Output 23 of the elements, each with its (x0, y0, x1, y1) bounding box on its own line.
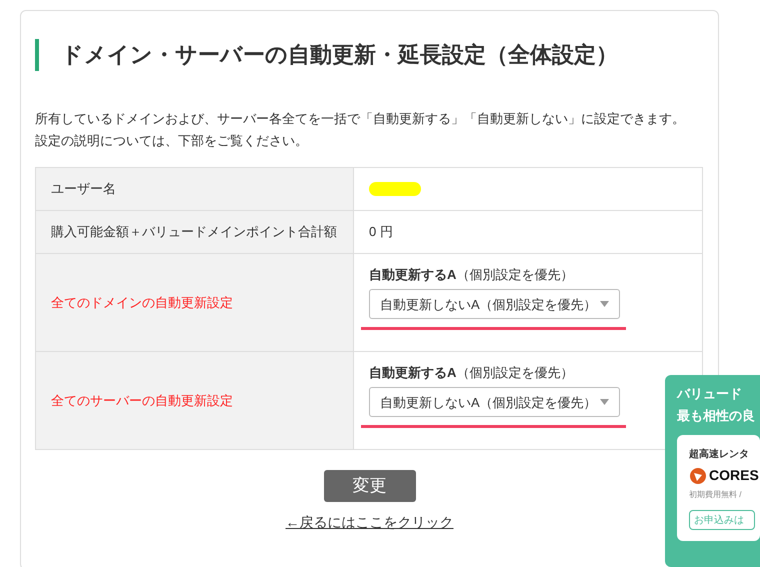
ad-heading: 最も相性の良 (677, 407, 756, 425)
value-text: 0 円 (369, 224, 393, 240)
logo-icon (689, 466, 707, 484)
caret-icon (600, 301, 609, 308)
row-label: 全てのドメインの自動更新設定 (36, 254, 354, 352)
back-link[interactable]: ←戻るにはここをクリック (286, 512, 454, 533)
ad-heading: バリュード (677, 385, 743, 403)
description-text: 設定の説明については、下部をご覧ください。 (35, 133, 309, 149)
ad-card-title: 超高速レンタ (689, 447, 750, 462)
setting-dropdown[interactable]: 自動更新しないA（個別設定を優先） (369, 387, 620, 418)
brand-name: CORES (709, 466, 759, 485)
page-title: ドメイン・サーバーの自動更新・延長設定（全体設定） (35, 39, 704, 71)
current-setting: 自動更新するA（個別設定を優先） (369, 266, 574, 284)
caret-icon (600, 399, 609, 406)
row-label: 購入可能金額＋バリュードメインポイント合計額 (36, 210, 354, 254)
row-label: 全てのサーバーの自動更新設定 (36, 352, 354, 450)
row-label: ユーザー名 (36, 168, 354, 210)
setting-dropdown[interactable]: 自動更新しないA（個別設定を優先） (369, 289, 620, 320)
submit-button[interactable]: 変更 (324, 470, 416, 502)
redaction-mark (369, 182, 421, 196)
ad-note: 初期費用無料 / (689, 489, 742, 501)
current-setting: 自動更新するA（個別設定を優先） (369, 364, 574, 382)
description-text: 所有しているドメインおよび、サーバー各全てを一括で「自動更新する」「自動更新しない」に設定できます。 (35, 111, 686, 127)
